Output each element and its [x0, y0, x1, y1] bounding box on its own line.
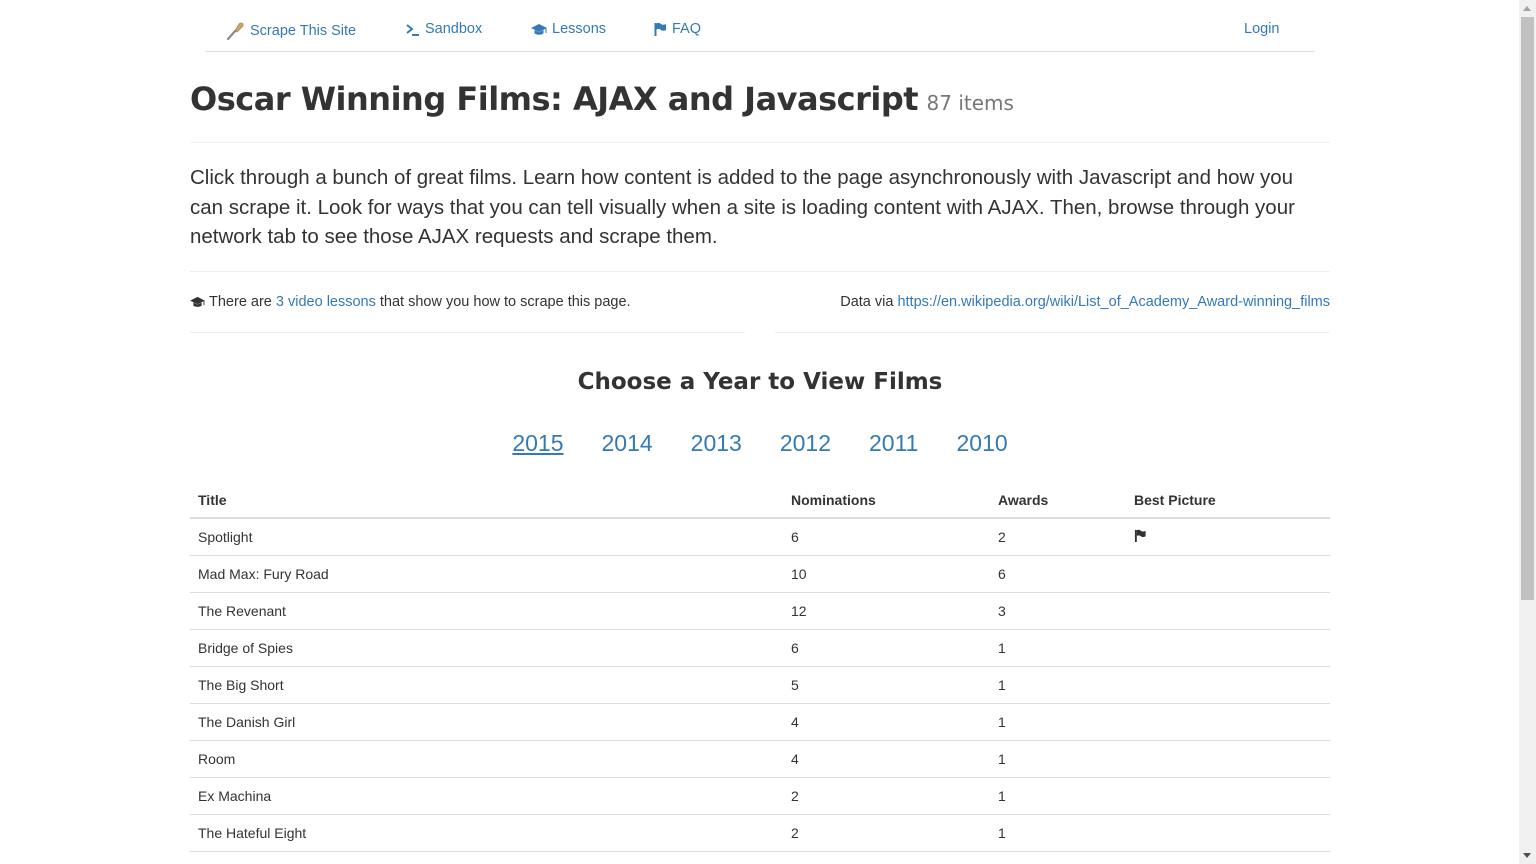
header-best-picture: Best Picture [1126, 482, 1330, 519]
spatula-icon [225, 21, 245, 41]
film-awards: 1 [990, 777, 1126, 815]
film-title: Bridge of Spies [190, 629, 783, 667]
film-nominations: 2 [783, 777, 990, 815]
table-row: The Hateful Eight 2 1 [190, 814, 1330, 852]
year-links: 2015 2014 2013 2012 2011 2010 [190, 430, 1330, 457]
header-awards: Awards [990, 482, 1126, 519]
table-body: Spotlight 6 2 Mad Max: Fury Road 10 6 The Reve… [190, 518, 1330, 852]
header-nominations: Nominations [783, 482, 990, 519]
nav-sandbox-label: Sandbox [425, 21, 483, 37]
nav-brand-link[interactable]: Scrape This Site [225, 21, 356, 41]
table-row: Ex Machina 2 1 [190, 777, 1330, 815]
lessons-info: There are 3 video lessons that show you … [190, 294, 631, 310]
data-source-info: Data via https://en.wikipedia.org/wiki/L… [840, 294, 1330, 310]
year-link-2015[interactable]: 2015 [512, 430, 563, 457]
film-best-picture [1126, 814, 1330, 852]
film-nominations: 2 [783, 814, 990, 852]
nav-lessons-label: Lessons [552, 21, 607, 37]
film-best-picture [1126, 555, 1330, 593]
table-row: Mad Max: Fury Road 10 6 [190, 555, 1330, 593]
film-title: The Danish Girl [190, 703, 783, 741]
year-link-2010[interactable]: 2010 [956, 430, 1007, 457]
film-title: The Revenant [190, 592, 783, 630]
info-divider-left [190, 332, 745, 333]
film-nominations: 4 [783, 740, 990, 778]
page-header: Oscar Winning Films: AJAX and Javascript… [190, 80, 1330, 118]
table-row: The Revenant 12 3 [190, 592, 1330, 630]
film-best-picture [1126, 703, 1330, 741]
graduation-cap-icon [190, 296, 205, 308]
lessons-suffix: that show you how to scrape this page. [379, 294, 631, 310]
year-link-2011[interactable]: 2011 [869, 430, 918, 457]
table-row: Spotlight 6 2 [190, 518, 1330, 556]
year-link-2013[interactable]: 2013 [691, 430, 742, 457]
scroll-up-arrow[interactable] [1523, 6, 1531, 11]
film-awards: 1 [990, 666, 1126, 704]
scroll-down-arrow[interactable] [1523, 853, 1531, 858]
film-best-picture [1126, 629, 1330, 667]
page-description: Click through a bunch of great films. Le… [190, 166, 1295, 248]
film-nominations: 10 [783, 555, 990, 593]
film-best-picture [1126, 777, 1330, 815]
scroll-thumb[interactable] [1521, 17, 1534, 600]
nav-brand-label: Scrape This Site [250, 23, 357, 39]
year-section-heading: Choose a Year to View Films [577, 369, 943, 395]
graduation-cap-icon [531, 23, 547, 36]
films-table: Title Nominations Awards Best Picture Sp… [190, 482, 1330, 852]
film-awards: 6 [990, 555, 1126, 593]
nav-login-link[interactable]: Login [1244, 21, 1279, 37]
flag-icon [654, 22, 667, 36]
nav-faq-link[interactable]: FAQ [654, 21, 701, 37]
film-best-picture [1126, 740, 1330, 778]
film-title: Room [190, 740, 783, 778]
film-awards: 1 [990, 740, 1126, 778]
year-link-2012[interactable]: 2012 [780, 430, 831, 457]
table-row: The Big Short 5 1 [190, 666, 1330, 704]
header-title: Title [190, 482, 783, 519]
description-divider [190, 271, 1330, 272]
film-title: The Hateful Eight [190, 814, 783, 852]
top-navbar: Scrape This Site Sandbox Lessons FAQ Log… [205, 0, 1315, 52]
table-header-row: Title Nominations Awards Best Picture [190, 482, 1330, 519]
film-awards: 3 [990, 592, 1126, 630]
wikipedia-source-link[interactable]: https://en.wikipedia.org/wiki/List_of_Ac… [897, 294, 1330, 310]
nav-lessons-link[interactable]: Lessons [531, 21, 606, 37]
film-awards: 1 [990, 629, 1126, 667]
film-awards: 2 [990, 518, 1126, 556]
nav-sandbox-link[interactable]: Sandbox [406, 21, 482, 37]
film-title: Mad Max: Fury Road [190, 555, 783, 593]
video-lessons-link[interactable]: 3 video lessons [276, 294, 376, 310]
header-divider [190, 142, 1330, 143]
lessons-prefix: There are [209, 294, 272, 310]
film-best-picture [1126, 666, 1330, 704]
table-row: The Danish Girl 4 1 [190, 703, 1330, 741]
table-row: Bridge of Spies 6 1 [190, 629, 1330, 667]
film-title: The Big Short [190, 666, 783, 704]
film-best-picture [1126, 518, 1330, 556]
page-scrollbar[interactable] [1519, 0, 1536, 864]
film-awards: 1 [990, 703, 1126, 741]
film-nominations: 6 [783, 629, 990, 667]
film-nominations: 4 [783, 703, 990, 741]
film-title: Spotlight [190, 518, 783, 556]
film-awards: 1 [990, 814, 1126, 852]
item-count: 87 items [926, 91, 1014, 115]
nav-login-label: Login [1244, 21, 1280, 37]
film-nominations: 12 [783, 592, 990, 630]
film-best-picture [1126, 592, 1330, 630]
info-divider-right [775, 332, 1330, 333]
film-nominations: 5 [783, 666, 990, 704]
data-source-prefix: Data via [840, 294, 894, 310]
nav-faq-label: FAQ [672, 21, 702, 37]
page-title: Oscar Winning Films: AJAX and Javascript [190, 80, 919, 118]
flag-icon [1134, 529, 1147, 545]
year-link-2014[interactable]: 2014 [602, 430, 653, 457]
film-nominations: 6 [783, 518, 990, 556]
film-title: Ex Machina [190, 777, 783, 815]
terminal-icon [406, 23, 420, 36]
table-row: Room 4 1 [190, 740, 1330, 778]
